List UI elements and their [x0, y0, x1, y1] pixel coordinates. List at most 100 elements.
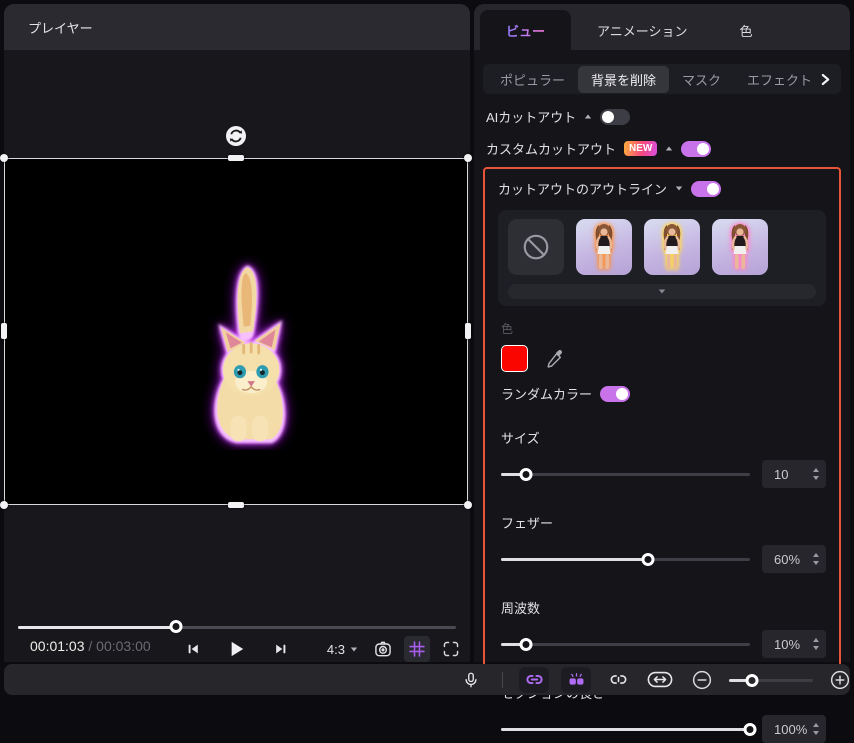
timecode: 00:01:03 / 00:03:00 [30, 638, 151, 654]
custom-cutout-toggle[interactable] [681, 141, 711, 157]
outline-preset-none[interactable] [508, 219, 564, 275]
frequency-value-box[interactable]: 10% [762, 630, 826, 658]
step-down-icon[interactable] [813, 561, 819, 565]
step-down-icon[interactable] [813, 731, 819, 735]
bottom-toolbar [4, 664, 850, 695]
play-icon [229, 640, 245, 658]
step-up-icon[interactable] [813, 553, 819, 557]
frequency-slider[interactable] [501, 637, 750, 651]
link-clips-button[interactable] [519, 667, 549, 693]
subtab-remove-background[interactable]: 背景を削除 [578, 66, 669, 93]
subtab-effect[interactable]: エフェクト [734, 66, 825, 93]
seek-knob[interactable] [169, 620, 182, 633]
magnet-icon [567, 670, 586, 689]
time-total: 00:03:00 [96, 638, 151, 654]
slider-knob[interactable] [641, 553, 654, 566]
selection-handle-top-right[interactable] [464, 154, 472, 162]
feather-value-box[interactable]: 60% [762, 545, 826, 573]
outline-presets-box [498, 210, 826, 306]
properties-body: ポピュラー 背景を削除 マスク エフェクト AIカットアウト カスタムカットアウ… [474, 50, 850, 662]
outline-preset-2[interactable] [644, 219, 700, 275]
subtab-scroll-right-button[interactable] [815, 69, 835, 89]
step-up-icon[interactable] [813, 468, 819, 472]
selection-handle-top-left[interactable] [0, 154, 8, 162]
cutout-outline-toggle[interactable] [691, 181, 721, 197]
custom-cutout-row: カスタムカットアウト NEW [483, 139, 841, 158]
outline-preset-1[interactable] [576, 219, 632, 275]
video-frame[interactable] [4, 158, 468, 505]
grid-button[interactable] [404, 636, 430, 662]
selection-handle-bottom-right[interactable] [464, 501, 472, 509]
fit-timeline-button[interactable] [645, 667, 675, 693]
magnetic-timeline-button[interactable] [561, 667, 591, 693]
none-icon [521, 232, 551, 262]
new-badge: NEW [624, 141, 657, 156]
aspect-ratio-dropdown[interactable]: 4:3 [323, 640, 362, 659]
outline-preset-3[interactable] [712, 219, 768, 275]
fullscreen-button[interactable] [438, 636, 464, 662]
record-voiceover-button[interactable] [456, 667, 486, 693]
selection-handle-left-mid[interactable] [1, 323, 7, 339]
collapse-down-icon[interactable] [676, 187, 682, 191]
size-label: サイズ [498, 428, 826, 447]
slider-knob[interactable] [744, 723, 757, 736]
tab-animation[interactable]: アニメーション [571, 10, 713, 50]
seek-bar[interactable] [18, 620, 456, 634]
zoom-out-icon [692, 670, 712, 690]
seek-fill [18, 626, 176, 629]
zoom-out-button[interactable] [687, 667, 717, 693]
step-up-icon[interactable] [813, 723, 819, 727]
frequency-label: 周波数 [498, 598, 826, 617]
slider-knob[interactable] [519, 638, 532, 651]
preset-figure [724, 222, 756, 272]
chevron-down-icon [659, 290, 665, 294]
slider-knob[interactable] [519, 468, 532, 481]
zoom-in-button[interactable] [825, 667, 854, 693]
selection-handle-bottom-mid[interactable] [228, 502, 244, 508]
collapse-up-icon[interactable] [666, 147, 672, 151]
random-color-row: ランダムカラー [498, 384, 826, 403]
previous-frame-button[interactable] [180, 636, 206, 662]
step-down-icon[interactable] [813, 646, 819, 650]
cutout-outline-section: カットアウトのアウトライン [483, 167, 841, 670]
subtab-popular[interactable]: ポピュラー [487, 66, 578, 93]
tab-view[interactable]: ビュー [480, 10, 571, 50]
slider-knob[interactable] [745, 674, 758, 687]
selection-handle-top-mid[interactable] [228, 155, 244, 161]
feather-label: フェザー [498, 513, 826, 532]
timeline-zoom-slider[interactable] [729, 673, 813, 687]
size-slider[interactable] [501, 467, 750, 481]
rotate-handle[interactable] [225, 125, 247, 147]
unlink-clips-button[interactable] [603, 667, 633, 693]
fullscreen-icon [442, 640, 460, 658]
section-length-slider[interactable] [501, 722, 750, 736]
tab-color[interactable]: 色 [714, 10, 779, 50]
selection-handle-bottom-left[interactable] [0, 501, 8, 509]
random-color-toggle[interactable] [600, 386, 630, 402]
section-length-value-box[interactable]: 100% [762, 715, 826, 743]
preset-figure [656, 222, 688, 272]
previous-frame-icon [186, 642, 200, 656]
feather-slider[interactable] [501, 552, 750, 566]
snapshot-button[interactable] [370, 636, 396, 662]
rotate-icon [225, 125, 247, 147]
tabs-header: ビュー アニメーション 色 [474, 4, 850, 50]
ai-cutout-row: AIカットアウト [483, 107, 841, 126]
step-down-icon[interactable] [813, 476, 819, 480]
size-value-box[interactable]: 10 [762, 460, 826, 488]
subtab-mask[interactable]: マスク [669, 66, 734, 93]
eyedropper-icon[interactable] [544, 348, 566, 370]
next-frame-button[interactable] [268, 636, 294, 662]
selection-handle-right-mid[interactable] [465, 323, 471, 339]
expand-presets-button[interactable] [508, 284, 816, 299]
ai-cutout-toggle[interactable] [600, 109, 630, 125]
random-color-label: ランダムカラー [501, 384, 592, 403]
step-up-icon[interactable] [813, 638, 819, 642]
properties-panel: ビュー アニメーション 色 ポピュラー 背景を削除 マスク エフェクト AIカッ… [474, 4, 850, 662]
player-panel-header: プレイヤー [4, 4, 470, 50]
collapse-up-icon[interactable] [585, 115, 591, 119]
play-button[interactable] [224, 636, 250, 662]
cutout-outline-label: カットアウトのアウトライン [498, 179, 667, 198]
color-swatch[interactable] [501, 345, 528, 372]
player-viewport: 00:01:03 / 00:03:00 [4, 50, 470, 662]
